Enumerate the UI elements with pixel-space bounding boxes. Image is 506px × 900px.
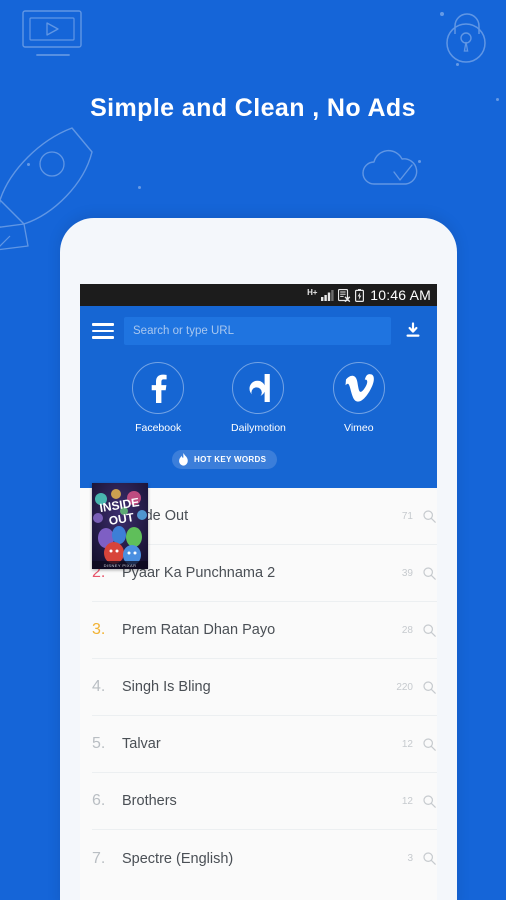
list-item-count: 220 xyxy=(396,681,413,693)
cloud-check-icon xyxy=(358,148,432,194)
list-item[interactable]: 6. Brothers 12 xyxy=(92,773,437,830)
decorative-dot xyxy=(440,12,444,16)
download-icon[interactable] xyxy=(401,322,425,340)
svg-text:DISNEY PIXAR: DISNEY PIXAR xyxy=(104,563,137,568)
page-title: Simple and Clean , No Ads xyxy=(90,94,416,122)
decorative-dot xyxy=(138,186,141,189)
list-item[interactable]: 4. Singh Is Bling 220 xyxy=(92,659,437,716)
rank-number: 4. xyxy=(92,678,106,695)
shortcut-label: Facebook xyxy=(135,422,182,434)
list-item-count: 12 xyxy=(401,738,413,750)
list-item-title: Brothers xyxy=(122,793,177,809)
search-icon[interactable] xyxy=(421,509,437,523)
list-item-count: 12 xyxy=(401,795,413,807)
search-icon[interactable] xyxy=(421,623,437,637)
search-input-placeholder: Search or type URL xyxy=(133,325,234,337)
search-icon[interactable] xyxy=(421,566,437,580)
shortcut-dailymotion[interactable]: Dailymotion xyxy=(215,362,301,434)
search-input[interactable]: Search or type URL xyxy=(124,317,391,345)
search-icon[interactable] xyxy=(421,794,437,808)
list-item-title: Prem Ratan Dhan Payo xyxy=(122,622,276,638)
list-item-title: Singh Is Bling xyxy=(122,679,211,695)
shortcut-row: Facebook Dailymotion Vimeo xyxy=(92,346,425,444)
browser-toolbar: Search or type URL xyxy=(92,316,425,346)
hamburger-menu-icon[interactable] xyxy=(92,323,114,339)
browser-header: Search or type URL Facebook Dailymotion … xyxy=(80,306,437,488)
list-item-count: 39 xyxy=(401,567,413,579)
battery-charging-icon xyxy=(355,288,365,302)
decorative-dot xyxy=(418,160,421,163)
shortcut-facebook[interactable]: Facebook xyxy=(115,362,201,434)
flame-icon xyxy=(178,453,189,466)
list-item-title: Pyaar Ka Punchnama 2 xyxy=(122,565,276,581)
list-item-title: Spectre (English) xyxy=(122,850,234,867)
list-item[interactable]: 5. Talvar 12 xyxy=(92,716,437,773)
list-item-count: 3 xyxy=(407,853,413,864)
decorative-dot xyxy=(27,163,30,166)
hot-keywords-label: HOT KEY WORDS xyxy=(194,455,267,464)
shortcut-label: Vimeo xyxy=(344,422,374,434)
list-item-count: 28 xyxy=(401,624,413,636)
signal-bars-icon xyxy=(321,289,334,301)
sdcard-missing-icon xyxy=(338,288,351,302)
list-item-title: Talvar xyxy=(122,736,161,752)
decorative-dot xyxy=(456,63,459,66)
search-icon[interactable] xyxy=(421,680,437,694)
search-icon[interactable] xyxy=(421,852,437,865)
rank-number: 3. xyxy=(92,621,106,638)
list-item[interactable]: 3. Prem Ratan Dhan Payo 28 xyxy=(92,602,437,659)
shortcut-label: Dailymotion xyxy=(231,422,286,434)
movie-poster-thumbnail[interactable]: INSIDE OUT DISNEY PIXAR xyxy=(92,483,148,569)
search-icon[interactable] xyxy=(421,737,437,751)
rank-number: 6. xyxy=(92,792,106,809)
promo-screenshot: Simple and Clean , No Ads H+ 10:46 AM Se… xyxy=(0,0,506,900)
status-bar-clock: 10:46 AM xyxy=(370,287,431,303)
phone-screen: H+ 10:46 AM Search or type URL Facebook … xyxy=(80,284,437,900)
lock-icon xyxy=(440,8,494,66)
facebook-icon xyxy=(132,362,185,414)
network-type-label: H+ xyxy=(307,287,318,297)
dailymotion-icon xyxy=(232,362,285,414)
video-monitor-icon xyxy=(22,10,84,62)
list-item[interactable]: 7. Spectre (English) 3 xyxy=(92,830,437,887)
list-item-count: 71 xyxy=(401,510,413,522)
hot-keywords-badge[interactable]: HOT KEY WORDS xyxy=(172,450,278,469)
rank-number: 5. xyxy=(92,735,106,752)
shortcut-vimeo[interactable]: Vimeo xyxy=(316,362,402,434)
vimeo-icon xyxy=(332,362,385,414)
list-item-title: Inside Out xyxy=(122,508,189,524)
rank-number: 7. xyxy=(92,849,106,867)
hot-keywords-strip: HOT KEY WORDS xyxy=(92,444,425,488)
android-status-bar: H+ 10:46 AM xyxy=(80,284,437,306)
